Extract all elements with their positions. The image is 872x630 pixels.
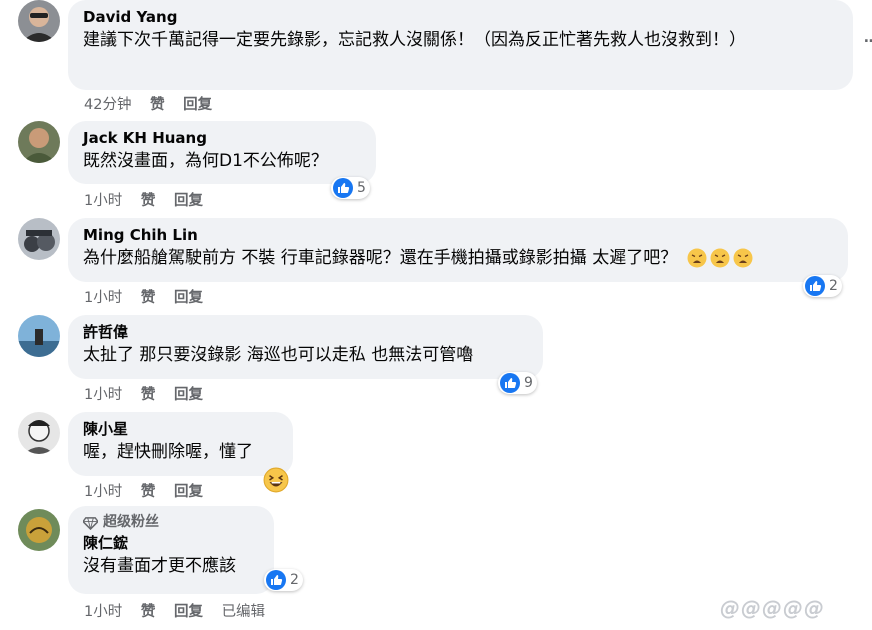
reply-button[interactable]: 回复 bbox=[174, 480, 203, 501]
avatar[interactable] bbox=[18, 509, 60, 551]
comment-text: 為什麼船艙駕駛前方 不裝 行車記錄器呢？還在手機拍攝或錄影拍攝 太遲了吧？ bbox=[83, 246, 834, 271]
comment-time[interactable]: 1小时 bbox=[84, 383, 122, 404]
reaction-count: 2 bbox=[829, 278, 838, 294]
comment-meta: 1小时 赞 回复 已编辑 bbox=[84, 600, 279, 621]
reply-button[interactable]: 回复 bbox=[174, 189, 203, 210]
reaction-count: 9 bbox=[524, 375, 533, 391]
comment-text: 建議下次千萬記得一定要先錄影，忘記救人沒關係！（因為反正忙著先救人也沒救到！） bbox=[83, 30, 746, 50]
emoji-group bbox=[687, 248, 753, 268]
comment-time[interactable]: 1小时 bbox=[84, 600, 122, 621]
more-options-icon[interactable]: … bbox=[864, 30, 872, 46]
commenter-name[interactable]: Ming Chih Lin bbox=[83, 225, 834, 245]
commenter-name[interactable]: 許哲偉 bbox=[83, 322, 529, 342]
comment-meta: 42分钟 赞 回复 bbox=[84, 93, 226, 114]
comment-bubble: Jack KH Huang 既然沒畫面，為何D1不公佈呢？ bbox=[68, 121, 376, 184]
grinning-squint-emoji-icon bbox=[263, 467, 289, 493]
like-button[interactable]: 赞 bbox=[141, 189, 156, 210]
comment-text: 喔，趕快刪除喔，懂了 bbox=[83, 442, 253, 462]
avatar[interactable] bbox=[18, 121, 60, 163]
avatar[interactable] bbox=[18, 0, 60, 42]
comment-time[interactable]: 1小时 bbox=[84, 286, 122, 307]
reaction-count: 5 bbox=[357, 180, 366, 196]
weary-face-emoji-icon bbox=[733, 248, 753, 268]
reaction-summary[interactable]: 2 bbox=[803, 275, 842, 297]
edited-label: 已编辑 bbox=[221, 604, 266, 620]
like-reaction-icon bbox=[805, 276, 825, 296]
avatar[interactable] bbox=[18, 412, 60, 454]
like-button[interactable]: 赞 bbox=[150, 93, 165, 114]
comment-meta: 1小时 赞 回复 bbox=[84, 286, 217, 307]
fan-badge[interactable]: 超级粉丝 bbox=[83, 513, 260, 531]
like-button[interactable]: 赞 bbox=[141, 383, 156, 404]
fan-badge-label: 超级粉丝 bbox=[103, 514, 159, 530]
commenter-name[interactable]: 陳小星 bbox=[83, 419, 279, 439]
reaction-summary[interactable] bbox=[263, 467, 289, 493]
like-button[interactable]: 赞 bbox=[141, 480, 156, 501]
reply-button[interactable]: 回复 bbox=[183, 93, 212, 114]
like-reaction-icon bbox=[500, 373, 520, 393]
commenter-name[interactable]: David Yang bbox=[83, 7, 839, 27]
comment-meta: 1小时 赞 回复 bbox=[84, 189, 217, 210]
like-reaction-icon bbox=[333, 178, 353, 198]
reaction-summary[interactable]: 5 bbox=[331, 177, 370, 199]
watermark: @@@@@ bbox=[720, 596, 825, 620]
comment-bubble: Ming Chih Lin 為什麼船艙駕駛前方 不裝 行車記錄器呢？還在手機拍攝… bbox=[68, 218, 848, 282]
commenter-name[interactable]: 陳仁鋐 bbox=[83, 533, 260, 553]
comment-time[interactable]: 1小时 bbox=[84, 189, 122, 210]
like-button[interactable]: 赞 bbox=[141, 286, 156, 307]
comment-time[interactable]: 1小时 bbox=[84, 480, 122, 501]
reply-button[interactable]: 回复 bbox=[174, 383, 203, 404]
diamond-badge-icon bbox=[83, 516, 98, 530]
like-reaction-icon bbox=[266, 570, 286, 590]
weary-face-emoji-icon bbox=[687, 248, 707, 268]
like-button[interactable]: 赞 bbox=[141, 600, 156, 621]
comment-meta: 1小时 赞 回复 bbox=[84, 480, 217, 501]
avatar[interactable] bbox=[18, 218, 60, 260]
reaction-summary[interactable]: 9 bbox=[498, 372, 537, 394]
comment-text: 既然沒畫面，為何D1不公佈呢？ bbox=[83, 151, 328, 171]
comment-bubble: 許哲偉 太扯了 那只要沒錄影 海巡也可以走私 也無法可管嚕 bbox=[68, 315, 543, 379]
reaction-count: 2 bbox=[290, 572, 299, 588]
comment-text: 沒有畫面才更不應該 bbox=[83, 556, 236, 576]
comment-meta: 1小时 赞 回复 bbox=[84, 383, 217, 404]
avatar[interactable] bbox=[18, 315, 60, 357]
comment-text: 太扯了 那只要沒錄影 海巡也可以走私 也無法可管嚕 bbox=[83, 345, 474, 365]
reply-button[interactable]: 回复 bbox=[174, 286, 203, 307]
comment-bubble: 超级粉丝 陳仁鋐 沒有畫面才更不應該 bbox=[68, 506, 274, 594]
comment-bubble: David Yang 建議下次千萬記得一定要先錄影，忘記救人沒關係！（因為反正忙… bbox=[68, 0, 853, 90]
reply-button[interactable]: 回复 bbox=[174, 600, 203, 621]
weary-face-emoji-icon bbox=[710, 248, 730, 268]
comment-text-body: 為什麼船艙駕駛前方 不裝 行車記錄器呢？還在手機拍攝或錄影拍攝 太遲了吧？ bbox=[83, 248, 678, 268]
commenter-name[interactable]: Jack KH Huang bbox=[83, 128, 362, 148]
comment-time[interactable]: 42分钟 bbox=[84, 93, 131, 114]
comment-bubble: 陳小星 喔，趕快刪除喔，懂了 bbox=[68, 412, 293, 476]
reaction-summary[interactable]: 2 bbox=[264, 569, 303, 591]
